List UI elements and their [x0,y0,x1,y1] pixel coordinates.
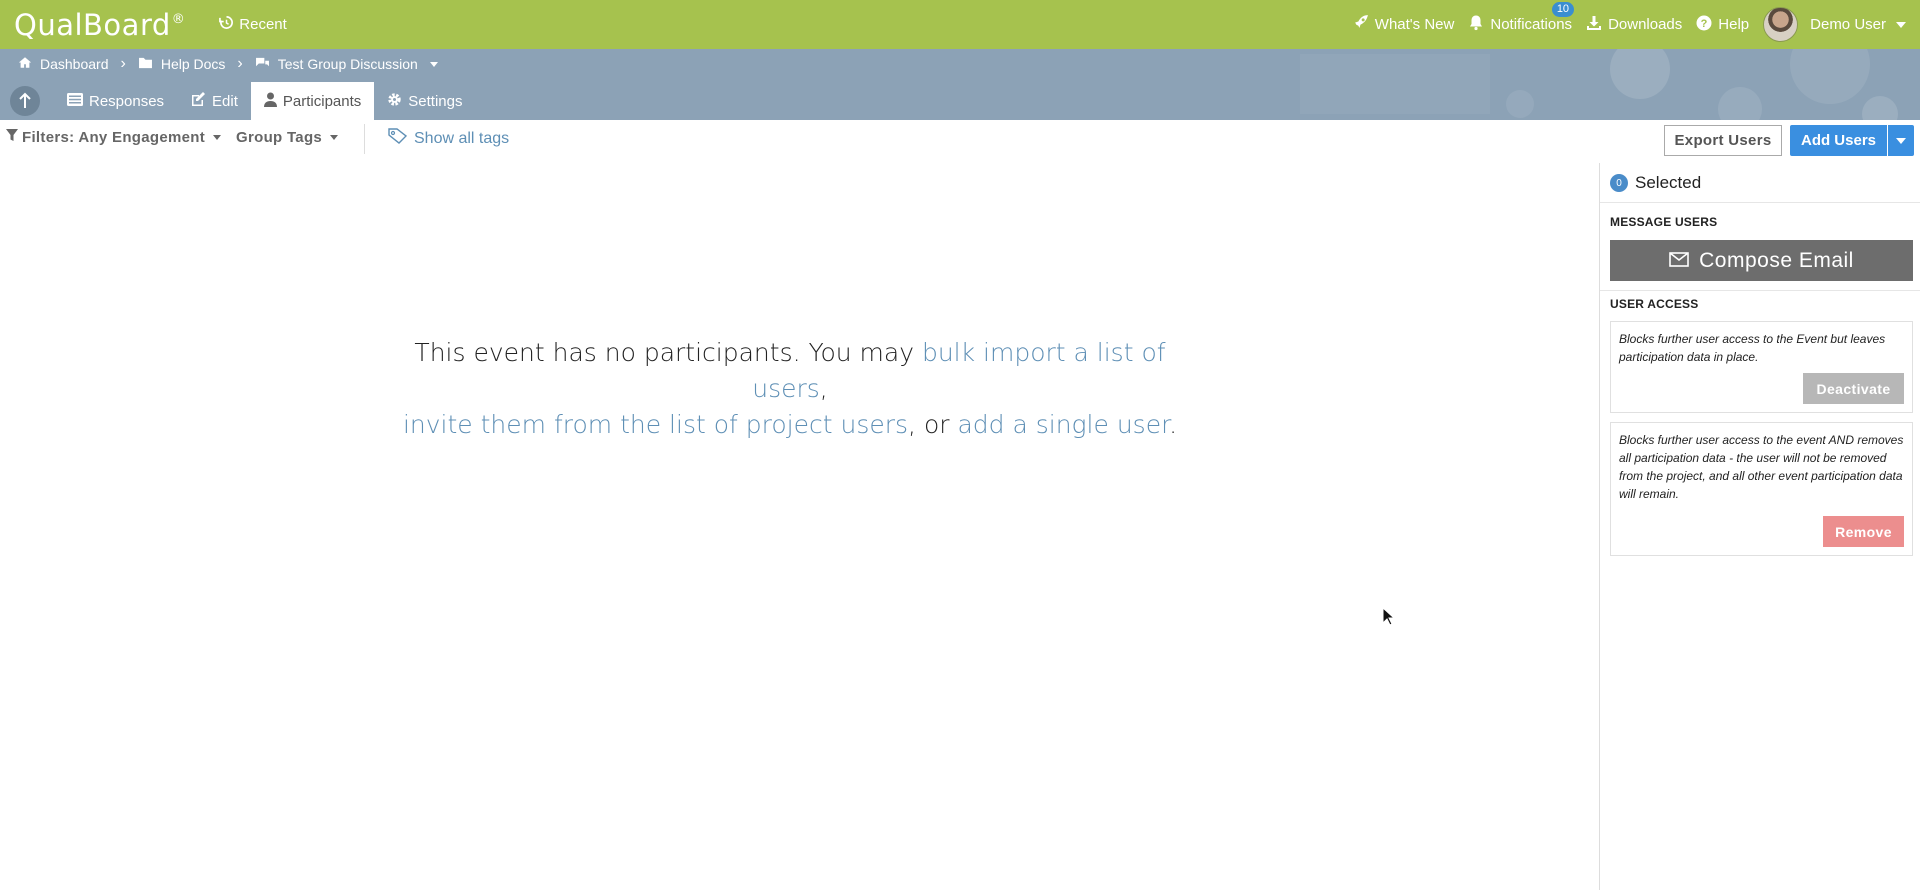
show-all-tags-label: Show all tags [414,129,510,147]
history-icon [219,15,234,34]
tab-label: Responses [89,92,165,110]
tab-edit[interactable]: Edit [177,82,251,120]
panel-divider [1600,290,1920,291]
home-icon [18,56,32,72]
event-tabs: Responses Edit Participants Settings [10,82,475,120]
breadcrumb-dashboard[interactable]: Dashboard [40,56,109,72]
help-label: Help [1718,16,1750,33]
tag-icon [388,128,408,149]
mouse-cursor-icon [1382,607,1395,626]
notifications-badge: 10 [1551,2,1575,17]
filter-label: Filters: Any Engagement [22,129,206,146]
arrow-up-icon [19,92,31,108]
help-link[interactable]: ? Help [1696,15,1749,35]
breadcrumb-event[interactable]: Test Group Discussion [278,56,418,72]
app-logo[interactable]: QualBoard® [14,8,185,42]
user-name: Demo User [1810,16,1886,33]
chevron-right-icon: › [237,55,243,72]
user-menu[interactable]: Demo User [1763,7,1906,42]
engagement-filter[interactable]: Filters: Any Engagement [6,129,222,146]
panel-divider [1600,202,1920,203]
downloads-label: Downloads [1608,16,1683,33]
tab-label: Settings [408,92,463,110]
add-single-user-link[interactable]: add a single user [957,410,1169,439]
selected-label: Selected [1635,173,1702,192]
tab-label: Participants [282,92,362,110]
selected-summary: 0 Selected [1610,173,1701,193]
compose-email-button[interactable]: Compose Email [1610,240,1913,281]
avatar [1763,7,1799,42]
add-users-button[interactable]: Add Users [1790,125,1887,156]
envelope-icon [1669,249,1689,273]
message-users-heading: MESSAGE USERS [1610,215,1718,229]
export-users-button[interactable]: Export Users [1664,125,1782,156]
event-header: Dashboard › Help Docs › Test Group Discu… [0,49,1920,120]
notifications-link[interactable]: Notifications 10 [1468,2,1575,35]
top-right-menu: What's New Notifications 10 Downloads ? … [1352,0,1920,49]
chevron-down-icon[interactable] [429,61,438,67]
invite-project-users-link[interactable]: invite them from the list of project use… [403,410,908,439]
whats-new-label: What's New [1374,16,1455,33]
add-users-dropdown-button[interactable] [1888,125,1914,156]
svg-text:?: ? [1701,18,1708,30]
chevron-down-icon [1896,21,1906,28]
compose-email-label: Compose Email [1699,248,1854,272]
recent-button[interactable]: Recent [219,15,287,34]
chevron-down-icon [213,135,222,140]
logo-text: QualBoard [14,7,171,42]
message-text: This event has no participants. You may [414,338,922,367]
message-text: . [1169,410,1178,439]
bell-icon [1468,14,1484,35]
remove-box: Blocks further user access to the event … [1610,422,1913,556]
downloads-link[interactable]: Downloads [1586,15,1682,35]
remove-button[interactable]: Remove [1823,516,1904,547]
up-level-button[interactable] [10,86,40,116]
remove-description: Blocks further user access to the event … [1619,433,1904,501]
edit-icon [190,91,206,111]
filter-icon [6,129,18,146]
registered-mark: ® [171,11,186,27]
comments-icon [255,56,270,72]
gear-icon [387,92,402,111]
question-icon: ? [1696,15,1712,35]
message-text: , [819,374,828,403]
whats-new-link[interactable]: What's New [1352,14,1455,35]
rocket-icon [1352,14,1369,35]
deactivate-box: Blocks further user access to the Event … [1610,321,1913,413]
selection-panel: 0 Selected MESSAGE USERS Compose Email U… [1599,163,1920,890]
toolbar-divider [364,124,365,154]
group-tags-label: Group Tags [236,129,323,146]
download-icon [1586,15,1602,35]
tab-responses[interactable]: Responses [54,82,177,120]
group-tags-filter[interactable]: Group Tags [236,129,339,146]
message-text: , or [908,410,958,439]
user-icon [263,92,277,111]
folder-icon [138,56,153,72]
recent-label: Recent [239,16,287,33]
deactivate-button[interactable]: Deactivate [1803,373,1904,404]
empty-participants-message: This event has no participants. You may … [390,335,1190,443]
breadcrumb: Dashboard › Help Docs › Test Group Discu… [18,55,438,73]
deactivate-description: Blocks further user access to the Event … [1619,332,1886,364]
selected-count-badge: 0 [1610,174,1628,192]
notifications-label: Notifications [1490,16,1573,33]
tab-settings[interactable]: Settings [374,82,475,120]
breadcrumb-help-docs[interactable]: Help Docs [161,56,226,72]
participants-toolbar: Filters: Any Engagement Group Tags Show … [0,120,1920,162]
top-nav-bar: QualBoard® Recent What's New Notificatio… [0,0,1920,49]
background-bubbles [1300,49,1898,120]
list-icon [67,92,83,110]
tab-label: Edit [212,92,238,110]
chevron-right-icon: › [120,55,126,72]
user-access-heading: USER ACCESS [1610,297,1699,311]
chevron-down-icon [330,135,339,140]
tab-participants[interactable]: Participants [250,82,375,120]
chevron-down-icon [1896,137,1906,144]
show-all-tags-link[interactable]: Show all tags [388,128,509,149]
